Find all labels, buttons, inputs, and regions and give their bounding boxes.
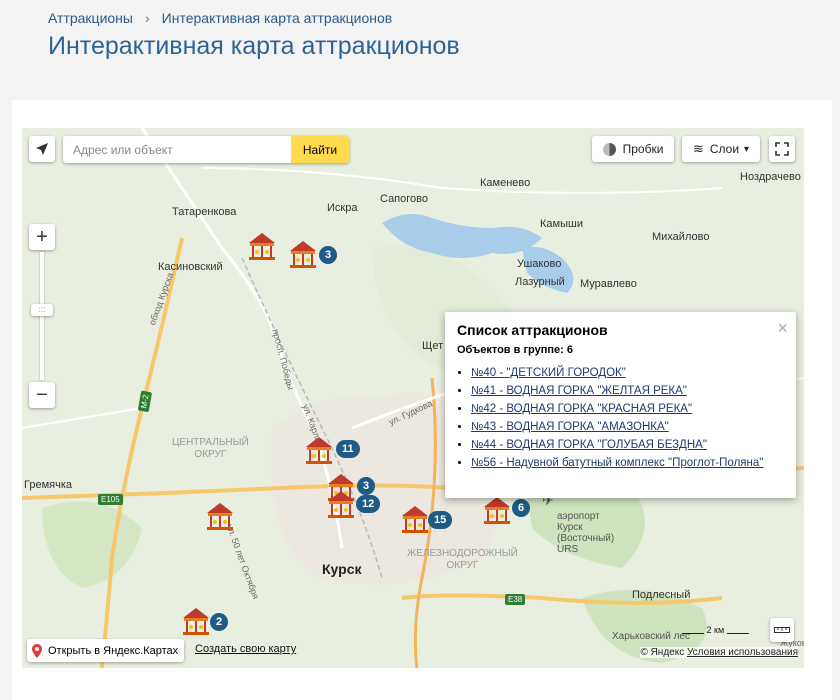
- open-in-yandex-bar: Открыть в Яндекс.Картах: [27, 639, 185, 662]
- label-airport: аэропорт Курск (Восточный) URS: [557, 511, 615, 555]
- label-tatarenkova: Татаренкова: [172, 206, 237, 218]
- list-item: №56 - Надувной батутный комплекс "Прогло…: [471, 457, 763, 469]
- cluster-count-badge[interactable]: 6: [512, 499, 531, 517]
- label-gremyachka: Гремячка: [24, 479, 72, 491]
- attraction-link[interactable]: №41 - ВОДНАЯ ГОРКА "ЖЕЛТАЯ РЕКА": [471, 385, 687, 397]
- breadcrumb-link-attractions[interactable]: Аттракционы: [48, 10, 133, 26]
- carousel-marker-icon[interactable]: [303, 434, 335, 466]
- carousel-marker-icon[interactable]: [399, 503, 431, 535]
- carousel-marker-icon[interactable]: [481, 494, 513, 526]
- label-kursk: Курск: [322, 561, 362, 577]
- traffic-button[interactable]: Пробки: [592, 136, 674, 162]
- cluster-balloon: Список аттракционов Объектов в группе: 6…: [445, 312, 796, 498]
- geolocation-button[interactable]: [29, 136, 55, 162]
- attraction-link[interactable]: №43 - ВОДНАЯ ГОРКА "АМАЗОНКА": [471, 421, 669, 433]
- breadcrumb-separator: ›: [144, 10, 150, 26]
- carousel-marker-icon[interactable]: [204, 500, 236, 532]
- open-in-yandex-button[interactable]: Открыть в Яндекс.Картах: [27, 643, 184, 658]
- create-map-link[interactable]: Создать свою карту: [195, 643, 296, 655]
- road-shield-e38: E38: [505, 594, 526, 605]
- open-in-yandex-label: Открыть в Яндекс.Картах: [48, 644, 179, 657]
- breadcrumb-current[interactable]: Интерактивная карта аттракционов: [162, 10, 393, 26]
- map-pin-icon: [32, 643, 42, 658]
- balloon-count: Объектов в группе: 6: [457, 344, 573, 356]
- copyright-text: © Яндекс: [640, 647, 685, 658]
- carousel-marker-icon[interactable]: [180, 605, 212, 637]
- chevron-down-icon: ▾: [744, 143, 750, 155]
- label-shchet: Щет: [422, 340, 444, 352]
- label-kharkov-forest: Харьковский лес: [612, 631, 690, 642]
- balloon-title: Список аттракционов: [457, 322, 608, 338]
- label-nozdrachevo: Ноздрачево: [740, 171, 801, 183]
- traffic-icon: [602, 142, 616, 156]
- search-box: Найти: [63, 136, 349, 163]
- road-shield-e105: E105: [98, 494, 123, 505]
- label-sapogovo: Сапогово: [380, 193, 428, 205]
- label-muravlevo: Муравлево: [580, 278, 637, 290]
- label-mikhailovo: Михайлово: [652, 231, 710, 243]
- carousel-marker-icon[interactable]: [246, 230, 278, 262]
- cluster-count-badge[interactable]: 3: [319, 246, 338, 264]
- carousel-marker-icon[interactable]: [287, 238, 319, 270]
- location-arrow-icon: [36, 143, 48, 155]
- list-item: №43 - ВОДНАЯ ГОРКА "АМАЗОНКА": [471, 421, 763, 433]
- minus-icon: −: [36, 383, 48, 406]
- attraction-list: №40 - "ДЕТСКИЙ ГОРОДОК" №41 - ВОДНАЯ ГОР…: [457, 367, 763, 475]
- list-item: №44 - ВОДНАЯ ГОРКА "ГОЛУБАЯ БЕЗДНА": [471, 439, 763, 451]
- layers-label: Слои: [709, 142, 740, 156]
- traffic-label: Пробки: [622, 142, 664, 156]
- cluster-count-badge[interactable]: 11: [336, 440, 360, 458]
- attraction-link[interactable]: №56 - Надувной батутный комплекс "Прогло…: [471, 457, 763, 469]
- attraction-link[interactable]: №42 - ВОДНАЯ ГОРКА "КРАСНАЯ РЕКА": [471, 403, 692, 415]
- cluster-count-badge[interactable]: 15: [428, 511, 453, 529]
- scale-label: 2 км: [706, 625, 725, 635]
- label-podlesny: Подлесный: [632, 589, 691, 601]
- terms-link[interactable]: Условия использования: [687, 647, 798, 658]
- breadcrumb: Аттракционы › Интерактивная карта аттракци…: [48, 10, 392, 26]
- zoom-in-button[interactable]: +: [29, 224, 55, 250]
- ruler-icon: [774, 627, 790, 633]
- cluster-count-badge[interactable]: 12: [356, 495, 381, 513]
- cluster-count-badge[interactable]: 2: [210, 613, 229, 631]
- cluster-count-badge[interactable]: 3: [357, 477, 376, 495]
- plus-icon: +: [36, 225, 48, 248]
- close-icon[interactable]: ×: [777, 319, 788, 337]
- zoom-out-button[interactable]: −: [29, 382, 55, 408]
- expand-icon: [775, 142, 789, 156]
- label-central-district: ЦЕНТРАЛЬНЫЙ ОКРУГ: [172, 437, 249, 460]
- list-item: №42 - ВОДНАЯ ГОРКА "КРАСНАЯ РЕКА": [471, 403, 763, 415]
- label-kamenevo: Каменево: [480, 177, 531, 189]
- copyright: © Яндекс Условия использования: [640, 647, 798, 658]
- label-lazurny: Лазурный: [515, 276, 565, 288]
- attraction-link[interactable]: №44 - ВОДНАЯ ГОРКА "ГОЛУБАЯ БЕЗДНА": [471, 439, 707, 451]
- label-iskra: Искра: [327, 202, 358, 214]
- zoom-slider-track[interactable]: [40, 252, 44, 380]
- ruler-button[interactable]: [770, 618, 794, 642]
- search-button[interactable]: Найти: [291, 136, 349, 163]
- label-railway-district: ЖЕЛЕЗНОДОРОЖНЫЙ ОКРУГ: [407, 548, 518, 571]
- list-item: №40 - "ДЕТСКИЙ ГОРОДОК": [471, 367, 763, 379]
- label-kamyshi: Камыши: [540, 218, 583, 230]
- attraction-link[interactable]: №40 - "ДЕТСКИЙ ГОРОДОК": [471, 367, 626, 379]
- fullscreen-button[interactable]: [769, 136, 795, 162]
- carousel-marker-icon[interactable]: [325, 488, 357, 520]
- zoom-control: + ::: −: [29, 224, 55, 412]
- search-input[interactable]: [63, 136, 301, 163]
- zoom-slider-handle[interactable]: :::: [31, 304, 53, 316]
- layers-button[interactable]: ≋ Слои ▾: [682, 136, 760, 162]
- list-item: №41 - ВОДНАЯ ГОРКА "ЖЕЛТАЯ РЕКА": [471, 385, 763, 397]
- page-title: Интерактивная карта аттракционов: [48, 32, 460, 60]
- label-ushakovo: Ушаково: [517, 258, 562, 270]
- interactive-map[interactable]: Каменево Ноздрачево Татаренкова Искра Са…: [22, 128, 804, 668]
- layers-icon: ≋: [692, 141, 704, 156]
- map-scale: 2 км: [682, 625, 749, 635]
